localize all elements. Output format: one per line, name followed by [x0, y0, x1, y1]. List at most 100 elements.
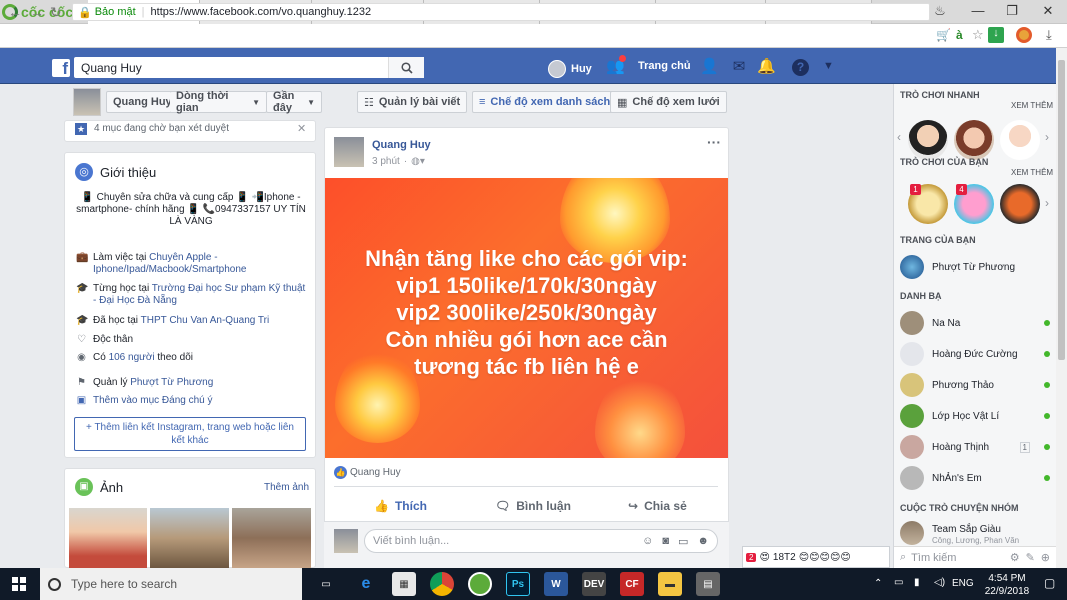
camera-icon[interactable]: ◙ — [662, 535, 669, 548]
see-more-link-2[interactable]: XEM THÊM — [1011, 168, 1053, 177]
manage-posts-button[interactable]: ☷ Quản lý bài viết — [357, 91, 468, 113]
add-featured-link[interactable]: Thêm vào mục Đáng chú ý — [93, 395, 213, 407]
settings-dropdown-icon[interactable]: ▼ — [823, 60, 834, 72]
maximize-icon[interactable]: ❐ — [1000, 3, 1024, 21]
battery-icon[interactable]: ▮ — [914, 577, 920, 588]
game-icon[interactable] — [1000, 120, 1040, 160]
share-button[interactable]: ↪ Chia sẻ — [628, 497, 687, 515]
group-item[interactable]: Team Sắp Giàu Công, Lương, Phan Văn — [900, 521, 1050, 549]
back-icon[interactable]: ← — [8, 4, 22, 20]
language-indicator[interactable]: ENG — [952, 578, 974, 589]
see-more-link[interactable]: XEM THÊM — [1011, 101, 1053, 110]
cart-icon[interactable]: 🛒 — [936, 28, 951, 42]
photo-thumbnail[interactable] — [232, 508, 311, 568]
game-icon[interactable] — [1000, 184, 1040, 224]
photo-thumbnail[interactable] — [150, 508, 229, 568]
close-window-icon[interactable]: ✕ — [1036, 3, 1060, 21]
extension-icon[interactable]: ♨ — [928, 3, 952, 21]
network-icon[interactable]: ▭ — [894, 577, 903, 588]
like-button[interactable]: 👍 Thích — [374, 497, 427, 515]
star-icon[interactable]: ☆ — [972, 27, 984, 43]
game-icon[interactable] — [908, 120, 948, 160]
taskbar-search[interactable]: Type here to search — [40, 568, 302, 600]
tray-arrow-icon[interactable]: ⌃ — [874, 578, 882, 589]
manages-link[interactable]: Phượt Từ Phương — [130, 377, 213, 388]
chrome-icon[interactable] — [430, 572, 454, 596]
contact-item[interactable]: NhẢn's Em — [900, 464, 1050, 492]
public-globe-icon[interactable]: ◍▾ — [411, 156, 425, 167]
comment-button[interactable]: 🗨 Bình luận — [495, 497, 571, 515]
new-message-icon[interactable]: ✎ — [1026, 551, 1035, 564]
pending-note[interactable]: 4 mục đang chờ bạn xét duyệt — [94, 123, 229, 134]
store-icon[interactable]: ▦ — [392, 572, 416, 596]
page-item[interactable]: Phượt Từ Phương — [900, 253, 1050, 281]
edge-icon[interactable]: e — [354, 572, 378, 596]
game-icon[interactable] — [954, 120, 994, 160]
post-author[interactable]: Quang Huy — [372, 139, 431, 151]
home-link[interactable]: Trang chủ — [638, 60, 691, 72]
action-center-icon[interactable]: ▢ — [1044, 576, 1055, 590]
post-time[interactable]: 3 phút — [372, 156, 400, 167]
contact-item[interactable]: Na Na — [900, 309, 1050, 337]
name-button[interactable]: Quang Huy — [106, 91, 179, 113]
coccoc-taskbar-icon[interactable] — [468, 572, 492, 596]
app-icon[interactable]: ▤ — [696, 572, 720, 596]
gif-icon[interactable]: ▭ — [678, 535, 688, 548]
close-icon[interactable]: ✕ — [297, 122, 306, 135]
file-explorer-icon[interactable]: ▬ — [658, 572, 682, 596]
add-featured-row[interactable]: ▣ Thêm vào mục Đáng chú ý — [76, 395, 213, 407]
scrollbar-thumb[interactable] — [1058, 60, 1065, 360]
likers-text[interactable]: Quang Huy — [350, 467, 401, 478]
translate-icon[interactable]: à — [956, 28, 963, 42]
reload-icon[interactable]: ↻ — [50, 4, 62, 21]
photoshop-icon[interactable]: Ps — [506, 572, 530, 596]
followers-link[interactable]: 106 người — [109, 352, 155, 363]
facebook-search-input[interactable]: Quang Huy — [74, 57, 424, 78]
timeline-dropdown[interactable]: Dòng thời gian ▼ — [170, 90, 267, 114]
contacts-search[interactable]: ⌕ Tìm kiếm ⚙ ✎ ⊕ — [894, 546, 1056, 568]
comment-input[interactable]: Viết bình luận... ☺ ◙ ▭ ☻ — [364, 529, 718, 553]
help-icon[interactable]: ? — [792, 59, 809, 76]
friend-requests-icon[interactable]: 👤 — [700, 58, 719, 76]
school-link[interactable]: THPT Chu Van An-Quang Tri — [141, 315, 270, 326]
downloads-icon[interactable]: ⤓ — [1046, 27, 1052, 43]
add-photo-link[interactable]: Thêm ảnh — [264, 482, 309, 493]
profile-thumbnail[interactable] — [73, 88, 101, 116]
contact-item[interactable]: Hoàng Thịnh 1 — [900, 433, 1050, 461]
chevron-right-icon[interactable]: › — [1045, 130, 1049, 144]
volume-icon[interactable]: ◁) — [934, 577, 945, 588]
forward-icon[interactable]: → — [30, 4, 44, 20]
chevron-right-icon[interactable]: › — [1045, 196, 1049, 210]
recent-dropdown[interactable]: Gần đây ▼ — [266, 90, 322, 114]
contact-item[interactable]: Hoàng Đức Cường — [900, 340, 1050, 368]
clock[interactable]: 4:54 PM 22/9/2018 — [982, 572, 1032, 598]
coccoc-extension-icon[interactable] — [1016, 27, 1032, 43]
author-avatar[interactable] — [334, 137, 364, 167]
search-icon[interactable] — [388, 57, 424, 78]
contact-item[interactable]: Lớp Học Vật Lí — [900, 402, 1050, 430]
list-view-button[interactable]: ≡ Chế độ xem danh sách — [472, 91, 618, 113]
contact-item[interactable]: Phương Thảo — [900, 371, 1050, 399]
sticker-icon[interactable]: ☻ — [697, 535, 709, 548]
facebook-logo-icon[interactable]: f — [52, 59, 70, 77]
notifications-icon[interactable]: 🔔 — [757, 58, 776, 76]
messenger-icon[interactable]: ✉ — [730, 58, 748, 76]
app-icon[interactable]: CF — [620, 572, 644, 596]
minimize-icon[interactable]: — — [966, 3, 990, 21]
url-field[interactable]: 🔒 Bảo mật | https://www.facebook.com/vo.… — [72, 3, 930, 21]
task-view-icon[interactable]: ▭ — [314, 572, 338, 596]
windows-start-icon[interactable] — [12, 577, 26, 591]
chat-tab[interactable]: 2 😍 18T2 😊😊😊😊😊 — [742, 546, 890, 568]
photo-thumbnail[interactable] — [69, 508, 147, 568]
chevron-left-icon[interactable]: ‹ — [897, 130, 901, 144]
more-options-icon[interactable]: ··· — [707, 134, 721, 150]
group-chat-icon[interactable]: ⊕ — [1041, 551, 1050, 564]
gear-icon[interactable]: ⚙ — [1010, 551, 1020, 564]
profile-link[interactable]: Huy — [548, 60, 592, 78]
devcpp-icon[interactable]: DEV — [582, 572, 606, 596]
word-icon[interactable]: W — [544, 572, 568, 596]
download-helper-icon[interactable]: ↓ — [988, 27, 1004, 43]
grid-view-button[interactable]: ▦ Chế độ xem lưới — [610, 91, 727, 113]
add-links-button[interactable]: + Thêm liên kết Instagram, trang web hoặ… — [74, 417, 306, 451]
emoji-icon[interactable]: ☺ — [642, 535, 653, 548]
